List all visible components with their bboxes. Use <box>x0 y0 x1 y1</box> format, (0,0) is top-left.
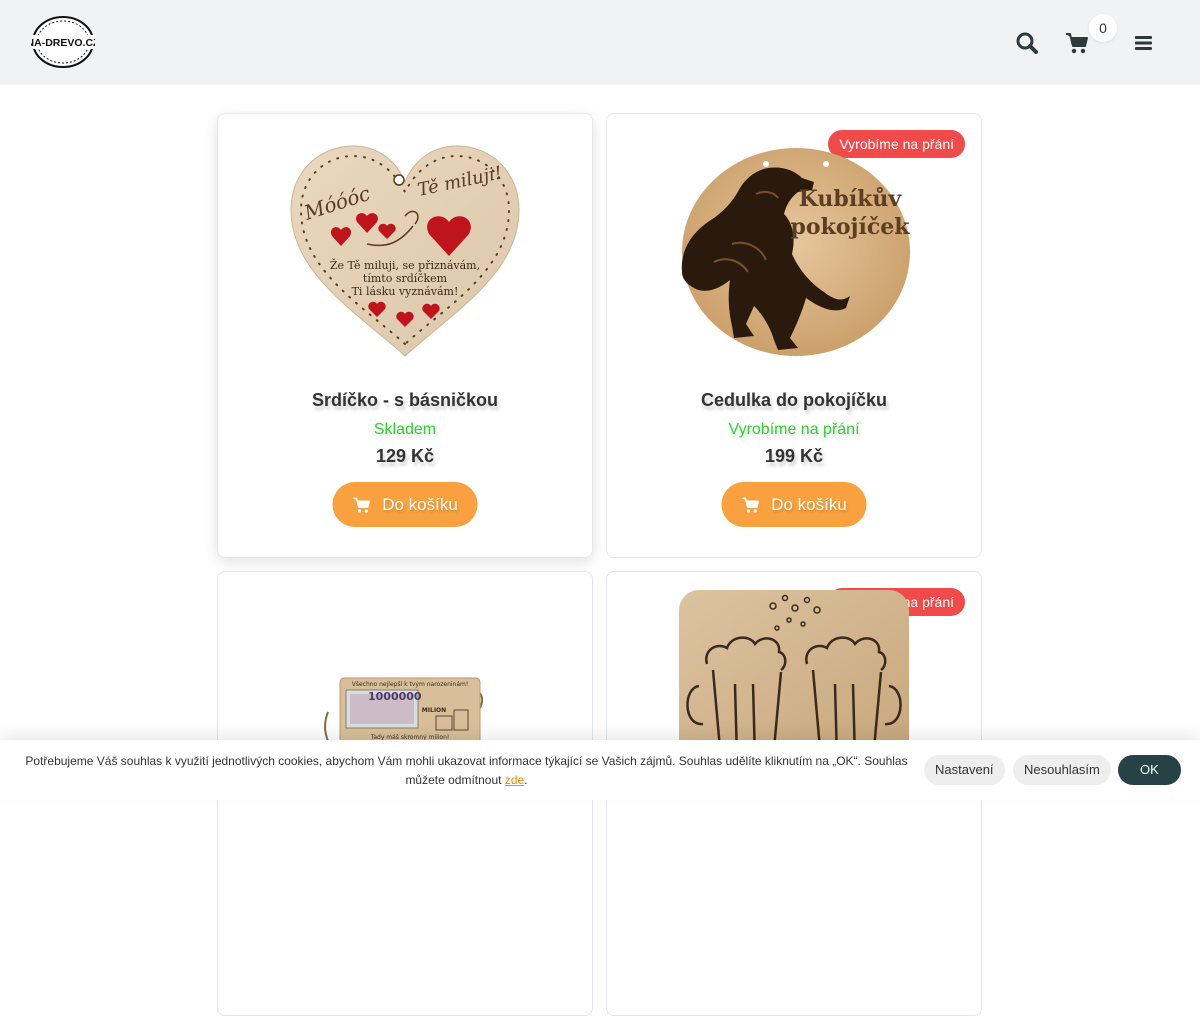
cart-icon[interactable] <box>1064 30 1090 56</box>
product-availability: Vyrobíme na přání <box>728 421 860 438</box>
product-image[interactable]: Kubíkův pokojíček <box>674 144 914 358</box>
cookie-settings-button[interactable]: Nastavení <box>924 755 1005 785</box>
site-logo[interactable]: NA-DREVO.CZ <box>27 16 100 68</box>
cookie-consent-bar: Potřebujeme Váš souhlas k využití jednot… <box>0 740 1200 800</box>
product-image[interactable]: Móóóc Tě miluji! Že Tě miluji, se přizná… <box>289 144 521 360</box>
hamburger-menu-icon[interactable] <box>1131 30 1157 56</box>
cookie-decline-link[interactable]: zde <box>505 773 524 787</box>
product-name[interactable]: Cedulka do pokojíčku <box>607 390 981 411</box>
svg-text:Všechno nejlepší k tvým naroze: Všechno nejlepší k tvým narozeninám! <box>352 681 469 688</box>
add-to-cart-button[interactable]: Do košíku <box>721 482 867 527</box>
svg-text:MILION: MILION <box>422 707 446 714</box>
add-to-cart-button[interactable]: Do košíku <box>332 482 478 527</box>
cart-add-icon <box>353 497 370 513</box>
cookie-text: Potřebujeme Váš souhlas k využití jednot… <box>25 754 908 787</box>
search-icon[interactable] <box>1014 30 1040 56</box>
product-price: 199 Kč <box>764 446 824 466</box>
cart-add-icon <box>742 497 759 513</box>
cookie-ok-button[interactable]: OK <box>1118 755 1181 785</box>
add-to-cart-label: Do košíku <box>382 494 458 514</box>
product-price: 129 Kč <box>375 446 435 466</box>
svg-text:tímto srdíčkem: tímto srdíčkem <box>363 272 448 285</box>
svg-text:pokojíček: pokojíček <box>791 214 911 240</box>
cookie-consent-text: Potřebujeme Váš souhlas k využití jednot… <box>25 754 908 787</box>
svg-text:Ti lásku vyznávám!: Ti lásku vyznávám! <box>352 285 459 298</box>
svg-text:1000000: 1000000 <box>368 690 422 703</box>
cart-count-badge[interactable]: 0 <box>1089 14 1117 42</box>
site-header: NA-DREVO.CZ 0 <box>0 0 1200 85</box>
product-image[interactable] <box>677 590 911 750</box>
svg-text:Že Tě miluji, se přiznávám,: Že Tě miluji, se přiznávám, <box>330 258 480 272</box>
logo-text: NA-DREVO.CZ <box>31 37 95 49</box>
svg-text:Kubíkův: Kubíkův <box>799 186 903 212</box>
add-to-cart-label: Do košíku <box>771 494 847 514</box>
product-card[interactable]: Vyrobíme na přání Kubíkův pokojíček Cedu… <box>606 113 982 558</box>
product-card[interactable]: Móóóc Tě miluji! Že Tě miluji, se přizná… <box>217 113 593 558</box>
product-availability: Skladem <box>373 421 437 438</box>
cookie-decline-button[interactable]: Nesouhlasím <box>1013 755 1111 785</box>
product-name[interactable]: Srdíčko - s básničkou <box>218 390 592 411</box>
